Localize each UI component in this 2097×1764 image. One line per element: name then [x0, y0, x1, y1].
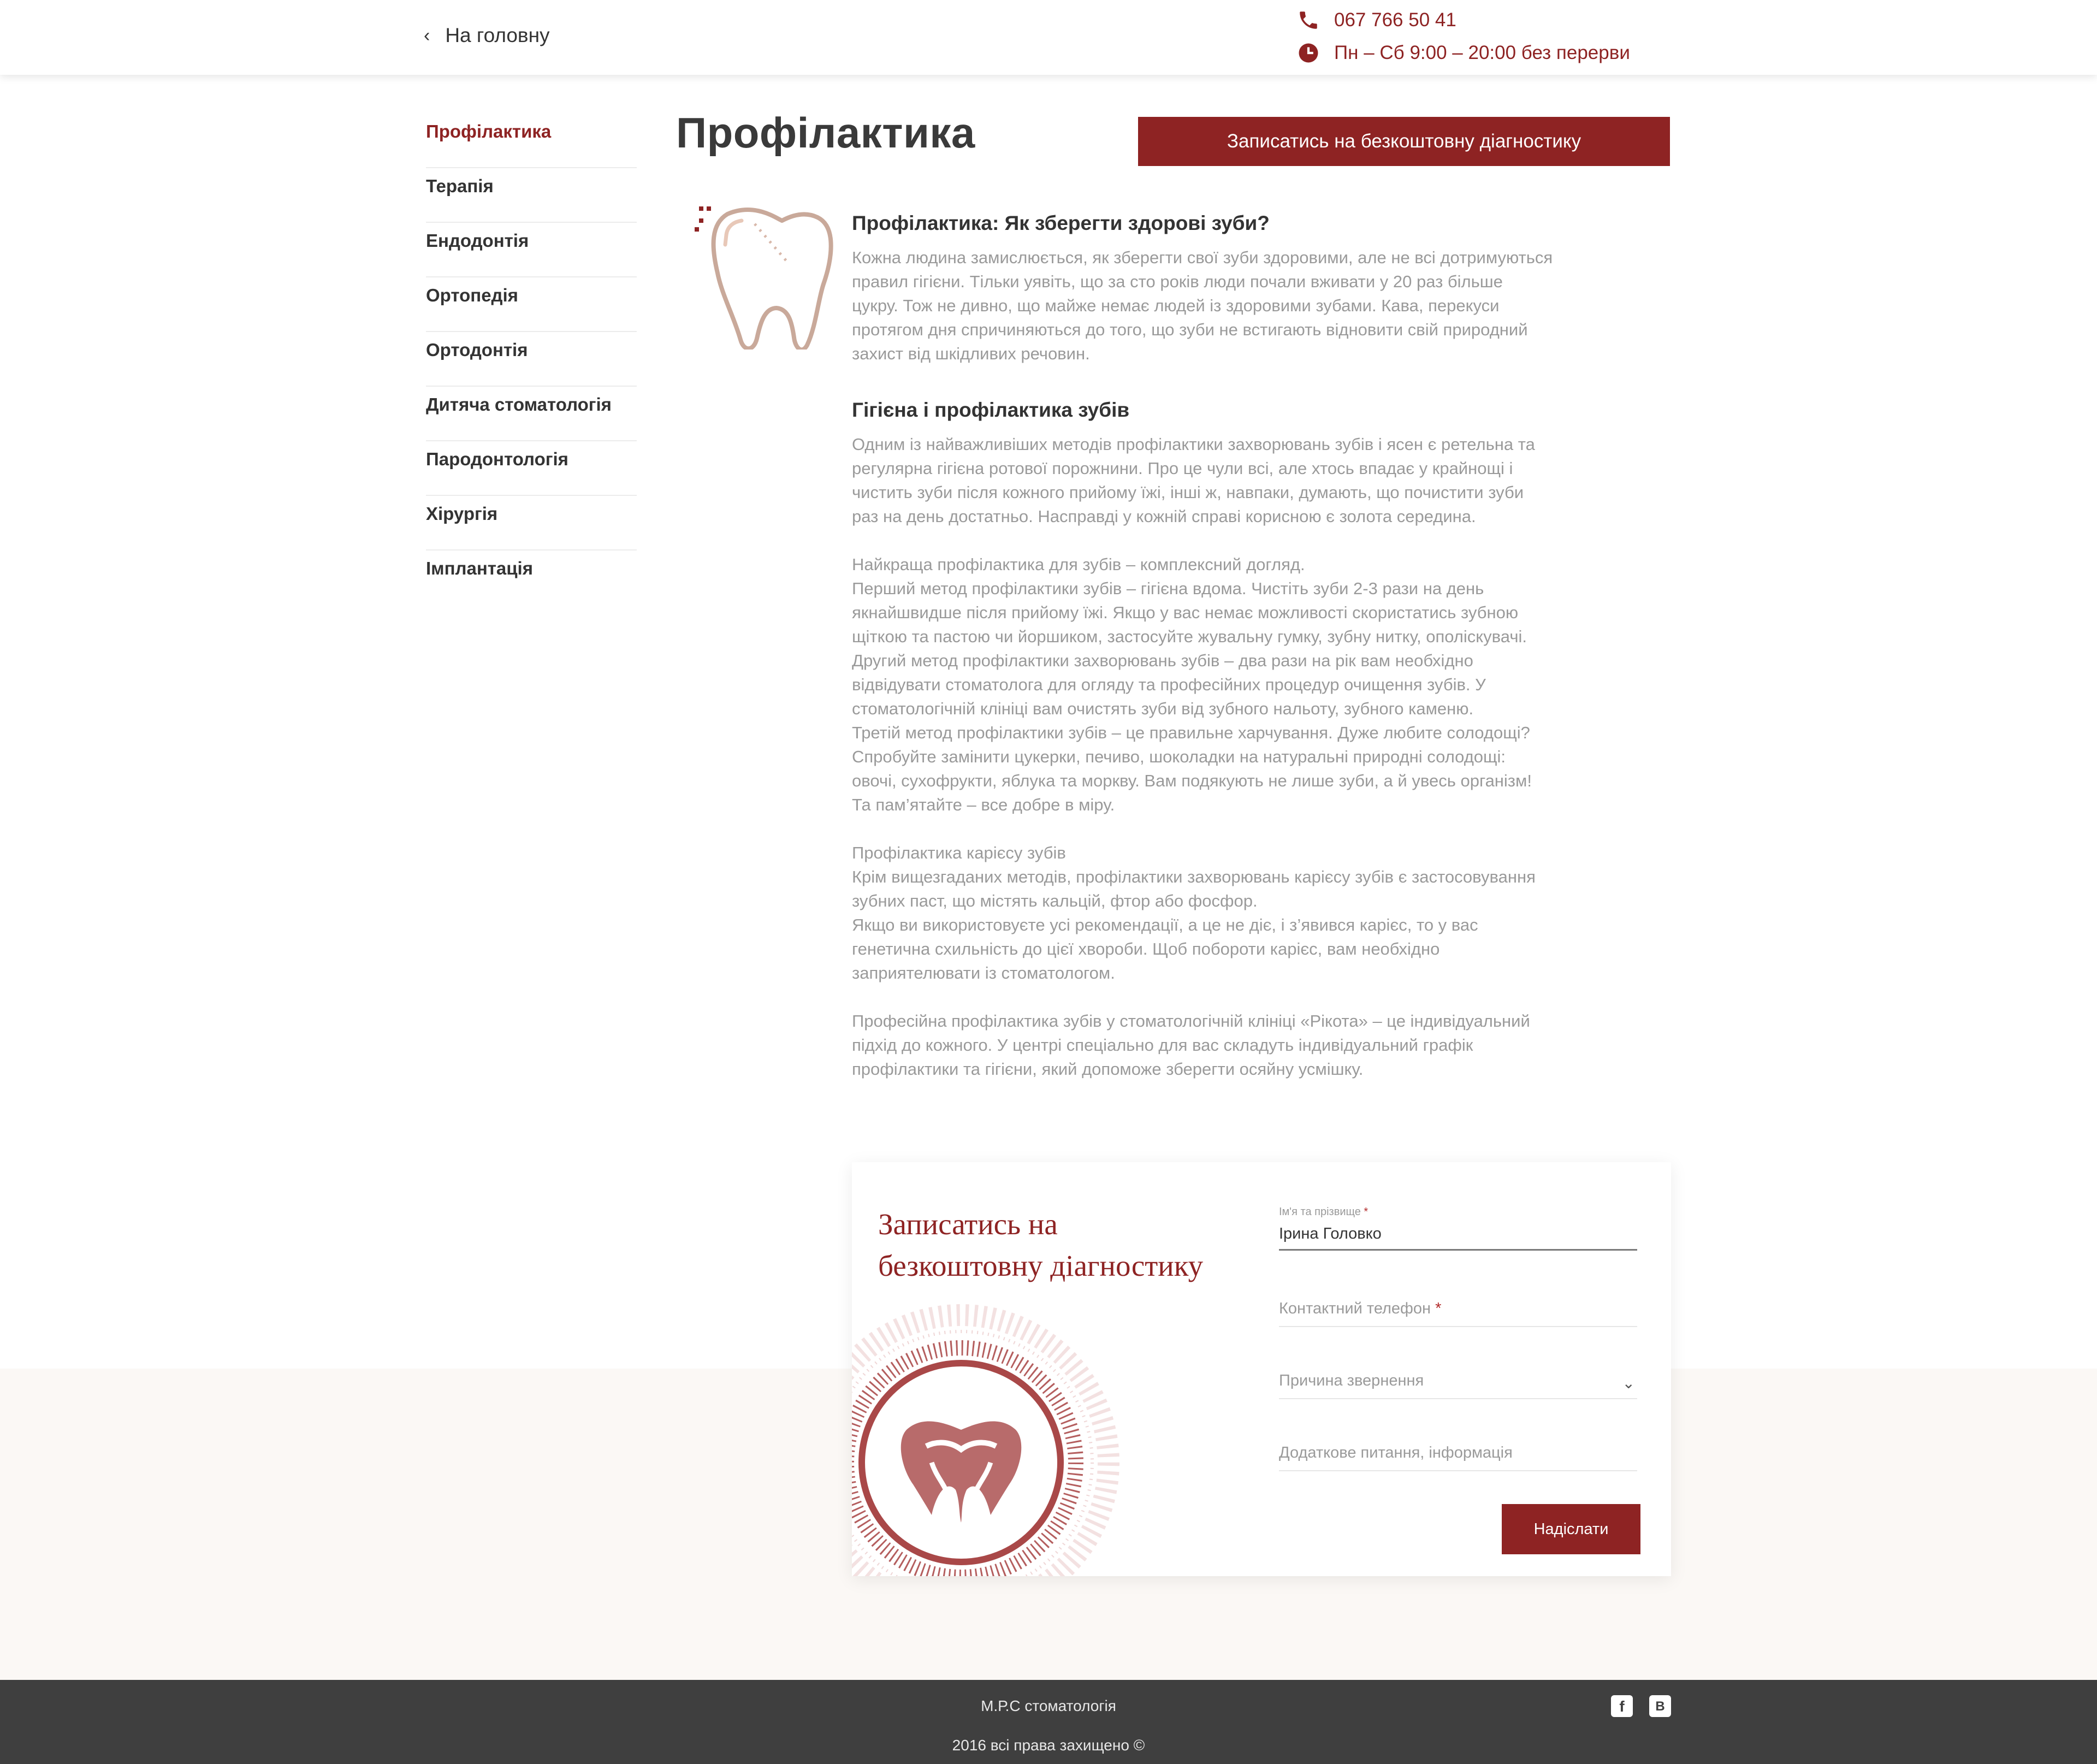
- name-field[interactable]: Ім'я та прізвище * Ірина Головко: [1279, 1206, 1637, 1251]
- phone-field[interactable]: Контактний телефон *: [1279, 1300, 1637, 1327]
- tooth-icon: [695, 206, 833, 350]
- sidebar-item-implantation[interactable]: Імплантація: [426, 550, 637, 605]
- working-hours: Пн – Сб 9:00 – 20:00 без перерви: [1297, 42, 1630, 64]
- appointment-form-card: Записатись на безкоштовну діагностику Ім…: [852, 1162, 1671, 1576]
- section-heading-2: Гігієна і профілактика зубів: [852, 399, 1130, 421]
- clock-icon: [1299, 43, 1318, 63]
- facebook-icon[interactable]: f: [1611, 1695, 1633, 1717]
- sidebar-item-therapy[interactable]: Терапія: [426, 168, 637, 223]
- back-link-label: На головну: [445, 24, 550, 46]
- phone-contact[interactable]: 067 766 50 41: [1297, 9, 1456, 32]
- sidebar-item-surgery[interactable]: Хірургія: [426, 496, 637, 550]
- sidebar-item-orthopedics[interactable]: Ортопедія: [426, 277, 637, 332]
- tooth-ornament-logo: [852, 1304, 1119, 1576]
- section-text-2b: Найкраща профілактика для зубів – компле…: [852, 555, 1532, 814]
- extra-info-field[interactable]: Додаткове питання, інформація: [1279, 1444, 1637, 1471]
- submit-button[interactable]: Надіслати: [1502, 1504, 1640, 1554]
- book-diagnostics-button[interactable]: Записатись на безкоштовну діагностику: [1138, 117, 1670, 166]
- sidebar-item-pediatric[interactable]: Дитяча стоматологія: [426, 387, 637, 441]
- section-text-1: Кожна людина замислюється, як зберегти с…: [852, 248, 1553, 363]
- form-title: Записатись на безкоштовну діагностику: [878, 1207, 1204, 1282]
- hours-text: Пн – Сб 9:00 – 20:00 без перерви: [1334, 42, 1630, 63]
- section-heading-1: Профілактика: Як зберегти здорові зуби?: [852, 212, 1270, 234]
- article-body: Профілактика: Як зберегти здорові зуби? …: [852, 212, 1606, 1081]
- name-input[interactable]: Ірина Головко: [1279, 1225, 1637, 1249]
- vk-icon[interactable]: В: [1649, 1695, 1671, 1717]
- phone-number: 067 766 50 41: [1334, 9, 1456, 31]
- page-title: Профілактика: [676, 109, 975, 157]
- section-text-2a: Одним із найважливіших методів профілакт…: [852, 435, 1535, 526]
- phone-input[interactable]: Контактний телефон *: [1279, 1300, 1637, 1326]
- name-field-label: Ім'я та прізвище *: [1279, 1206, 1369, 1218]
- site-footer: М.Р.С стоматологія 2016 всі права захище…: [0, 1680, 2097, 1764]
- sidebar-item-periodontics[interactable]: Пародонтологія: [426, 441, 637, 496]
- site-header: ‹ На головну 067 766 50 41 Пн – Сб 9:00 …: [0, 0, 2097, 75]
- section-text-2d: Професійна профілактика зубів у стоматол…: [852, 1011, 1530, 1079]
- reason-select-value[interactable]: Причина звернення: [1279, 1372, 1637, 1398]
- chevron-left-icon: ‹: [424, 25, 430, 46]
- services-sidebar: Профілактика Терапія Ендодонтія Ортопеді…: [426, 114, 637, 605]
- section-text-2c: Профілактика карієсу зубів Крім вищезгад…: [852, 843, 1536, 982]
- sidebar-item-endodontics[interactable]: Ендодонтія: [426, 223, 637, 277]
- sidebar-item-prophylaxis[interactable]: Профілактика: [426, 114, 637, 168]
- sidebar-item-orthodontics[interactable]: Ортодонтія: [426, 332, 637, 387]
- extra-info-input[interactable]: Додаткове питання, інформація: [1279, 1444, 1637, 1470]
- back-to-home-link[interactable]: ‹ На головну: [424, 24, 550, 47]
- chevron-down-icon: ⌄: [1622, 1375, 1635, 1392]
- footer-brand: М.Р.С стоматологія: [981, 1697, 1116, 1714]
- reason-select[interactable]: Причина звернення ⌄: [1279, 1372, 1637, 1399]
- footer-copyright: 2016 всі права захищено ©: [952, 1737, 1145, 1754]
- phone-icon: [1300, 11, 1317, 29]
